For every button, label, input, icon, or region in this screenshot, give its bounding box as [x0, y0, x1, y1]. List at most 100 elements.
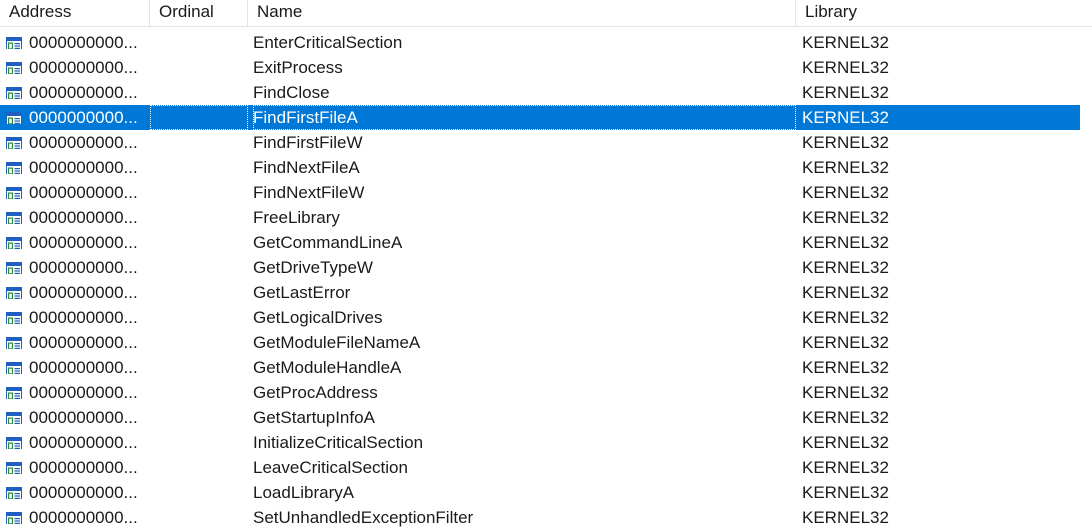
row-name: GetModuleHandleA [253, 358, 402, 377]
row-name: LeaveCriticalSection [253, 458, 408, 477]
row-library: KERNEL32 [802, 433, 889, 452]
table-row[interactable]: 0000000000... FindFirstFileA KERNEL32 [0, 105, 1080, 130]
row-name: ExitProcess [253, 58, 343, 77]
import-function-icon [6, 259, 22, 274]
row-address: 0000000000... [29, 283, 138, 302]
import-function-icon [6, 359, 22, 374]
list-header: Address Ordinal Name Library [0, 0, 1092, 27]
import-function-icon [6, 409, 22, 424]
row-ordinal [150, 380, 248, 405]
row-address: 0000000000... [29, 358, 138, 377]
table-row[interactable]: 0000000000... GetLastError KERNEL32 [0, 280, 1080, 305]
table-row[interactable]: 0000000000... SetUnhandledExceptionFilte… [0, 505, 1080, 529]
import-function-icon [6, 109, 22, 124]
row-address: 0000000000... [29, 208, 138, 227]
row-ordinal [150, 255, 248, 280]
row-ordinal [150, 180, 248, 205]
row-name: FreeLibrary [253, 208, 340, 227]
import-function-icon [6, 459, 22, 474]
import-function-icon [6, 184, 22, 199]
table-row[interactable]: 0000000000... FreeLibrary KERNEL32 [0, 205, 1080, 230]
table-row[interactable]: 0000000000... EnterCriticalSection KERNE… [0, 30, 1080, 55]
row-ordinal [150, 480, 248, 505]
imports-list-view[interactable]: Address Ordinal Name Library 0000000000.… [0, 0, 1092, 529]
row-ordinal [150, 105, 248, 130]
import-function-icon [6, 284, 22, 299]
row-address: 0000000000... [29, 408, 138, 427]
table-row[interactable]: 0000000000... GetModuleFileNameA KERNEL3… [0, 330, 1080, 355]
row-ordinal [150, 155, 248, 180]
row-library: KERNEL32 [802, 108, 889, 127]
row-name: GetModuleFileNameA [253, 333, 421, 352]
row-ordinal [150, 130, 248, 155]
row-name: FindNextFileA [253, 158, 360, 177]
table-row[interactable]: 0000000000... InitializeCriticalSection … [0, 430, 1080, 455]
import-function-icon [6, 509, 22, 524]
row-library: KERNEL32 [802, 233, 889, 252]
table-row[interactable]: 0000000000... GetDriveTypeW KERNEL32 [0, 255, 1080, 280]
row-address: 0000000000... [29, 183, 138, 202]
column-header-address[interactable]: Address [0, 0, 150, 26]
table-row[interactable]: 0000000000... FindNextFileA KERNEL32 [0, 155, 1080, 180]
row-name: GetCommandLineA [253, 233, 403, 252]
row-library: KERNEL32 [802, 83, 889, 102]
import-function-icon [6, 334, 22, 349]
row-name: FindNextFileW [253, 183, 365, 202]
row-ordinal [150, 405, 248, 430]
row-library: KERNEL32 [802, 133, 889, 152]
table-row[interactable]: 0000000000... ExitProcess KERNEL32 [0, 55, 1080, 80]
row-address: 0000000000... [29, 458, 138, 477]
list-rows: 0000000000... EnterCriticalSection KERNE… [0, 30, 1092, 529]
table-row[interactable]: 0000000000... LeaveCriticalSection KERNE… [0, 455, 1080, 480]
import-function-icon [6, 309, 22, 324]
row-address: 0000000000... [29, 333, 138, 352]
row-address: 0000000000... [29, 308, 138, 327]
table-row[interactable]: 0000000000... GetLogicalDrives KERNEL32 [0, 305, 1080, 330]
table-row[interactable]: 0000000000... FindFirstFileW KERNEL32 [0, 130, 1080, 155]
import-function-icon [6, 209, 22, 224]
column-header-library[interactable]: Library [796, 0, 1092, 26]
row-library: KERNEL32 [802, 483, 889, 502]
row-library: KERNEL32 [802, 33, 889, 52]
import-function-icon [6, 434, 22, 449]
table-row[interactable]: 0000000000... GetStartupInfoA KERNEL32 [0, 405, 1080, 430]
row-ordinal [150, 205, 248, 230]
column-header-name[interactable]: Name [248, 0, 796, 26]
import-function-icon [6, 84, 22, 99]
table-row[interactable]: 0000000000... GetModuleHandleA KERNEL32 [0, 355, 1080, 380]
row-name: InitializeCriticalSection [253, 433, 424, 452]
import-function-icon [6, 234, 22, 249]
row-address: 0000000000... [29, 83, 138, 102]
row-ordinal [150, 330, 248, 355]
table-row[interactable]: 0000000000... FindNextFileW KERNEL32 [0, 180, 1080, 205]
table-row[interactable]: 0000000000... FindClose KERNEL32 [0, 80, 1080, 105]
row-address: 0000000000... [29, 58, 138, 77]
row-ordinal [150, 280, 248, 305]
table-row[interactable]: 0000000000... GetProcAddress KERNEL32 [0, 380, 1080, 405]
row-name: SetUnhandledExceptionFilter [253, 508, 474, 527]
row-address: 0000000000... [29, 233, 138, 252]
row-library: KERNEL32 [802, 208, 889, 227]
row-name: FindFirstFileA [253, 105, 796, 130]
row-name: FindClose [253, 83, 330, 102]
row-ordinal [150, 430, 248, 455]
row-ordinal [150, 455, 248, 480]
row-library: KERNEL32 [802, 458, 889, 477]
import-function-icon [6, 134, 22, 149]
row-name: EnterCriticalSection [253, 33, 403, 52]
import-function-icon [6, 484, 22, 499]
row-library: KERNEL32 [802, 383, 889, 402]
row-name: GetDriveTypeW [253, 258, 373, 277]
row-library: KERNEL32 [802, 258, 889, 277]
row-address: 0000000000... [29, 258, 138, 277]
row-address: 0000000000... [29, 483, 138, 502]
row-address: 0000000000... [29, 133, 138, 152]
column-header-ordinal[interactable]: Ordinal [150, 0, 248, 26]
table-row[interactable]: 0000000000... LoadLibraryA KERNEL32 [0, 480, 1080, 505]
row-name: LoadLibraryA [253, 483, 355, 502]
row-address: 0000000000... [29, 508, 138, 527]
import-function-icon [6, 159, 22, 174]
row-library: KERNEL32 [802, 508, 889, 527]
table-row[interactable]: 0000000000... GetCommandLineA KERNEL32 [0, 230, 1080, 255]
row-library: KERNEL32 [802, 183, 889, 202]
